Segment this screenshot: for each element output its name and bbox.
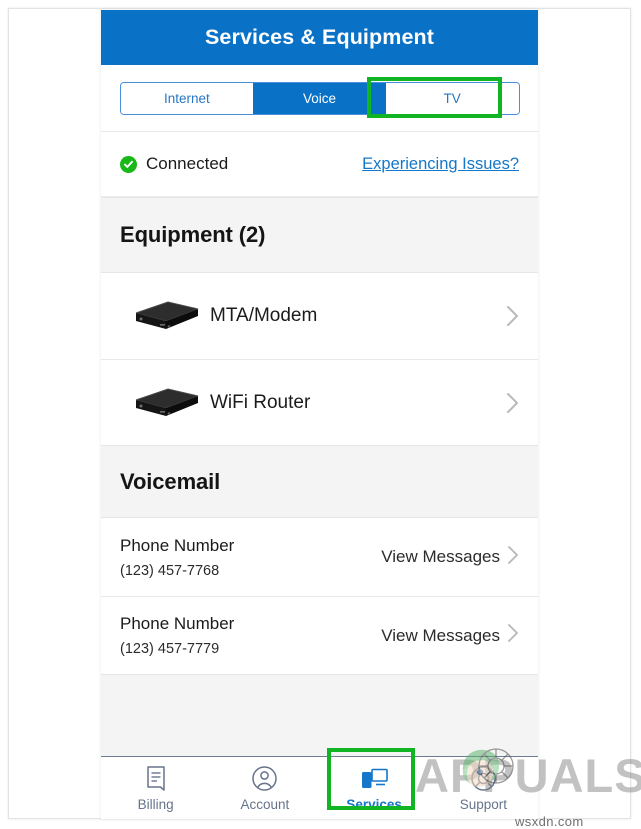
content-filler bbox=[101, 674, 538, 756]
tab-internet-label: Internet bbox=[163, 90, 210, 106]
equipment-name: WiFi Router bbox=[210, 391, 311, 413]
nav-item-account[interactable]: Account bbox=[210, 757, 319, 819]
phone-number-value: (123) 457-7779 bbox=[120, 641, 220, 657]
bill-document-icon bbox=[144, 765, 168, 793]
page-title: Services & Equipment bbox=[204, 25, 435, 49]
nav-label-support: Support bbox=[459, 796, 508, 812]
chevron-right-icon bbox=[506, 392, 519, 414]
nav-item-support[interactable]: Support bbox=[429, 757, 538, 819]
equipment-section-header: Equipment (2) bbox=[101, 197, 538, 273]
bottom-navigation-bar: Billing Account Services Support bbox=[101, 748, 538, 819]
phone-number-label: Phone Number bbox=[120, 535, 235, 555]
tab-tv-label: TV bbox=[443, 90, 461, 106]
modem-device-icon bbox=[120, 294, 204, 338]
voicemail-row-info: Phone Number (123) 457-7768 bbox=[120, 536, 234, 579]
voicemail-section-header: Voicemail bbox=[101, 445, 538, 518]
nav-item-services[interactable]: Services bbox=[320, 757, 429, 819]
check-circle-icon bbox=[120, 155, 137, 173]
phone-monitor-icon bbox=[359, 765, 389, 793]
voicemail-section-title: Voicemail bbox=[120, 468, 221, 494]
equipment-section-title: Equipment (2) bbox=[120, 222, 266, 247]
nav-item-billing[interactable]: Billing bbox=[101, 757, 210, 819]
tab-tv[interactable]: TV bbox=[385, 82, 519, 114]
chevron-right-icon bbox=[507, 545, 519, 570]
voicemail-row[interactable]: Phone Number (123) 457-7779 View Message… bbox=[101, 596, 538, 674]
nav-label-billing: Billing bbox=[137, 796, 174, 812]
equipment-row-wifi-router[interactable]: WiFi Router bbox=[101, 359, 538, 445]
equipment-row-mta-modem[interactable]: MTA/Modem bbox=[101, 273, 538, 359]
segmented-control: Internet Voice TV bbox=[119, 81, 520, 115]
nav-label-services: Services bbox=[346, 796, 402, 812]
phone-screen-panel: Services & Equipment Internet Voice TV C… bbox=[101, 10, 538, 819]
phone-number-label: Phone Number bbox=[120, 614, 235, 633]
voicemail-row-info: Phone Number (123) 457-7779 bbox=[120, 614, 234, 657]
router-device-icon bbox=[120, 381, 204, 425]
connection-status-row: Connected Experiencing Issues? bbox=[101, 132, 538, 197]
tab-internet[interactable]: Internet bbox=[120, 82, 254, 114]
view-messages-action[interactable]: View Messages bbox=[381, 623, 519, 648]
tab-voice-label: Voice bbox=[302, 90, 337, 106]
nav-label-account: Account bbox=[240, 796, 290, 812]
chevron-right-icon bbox=[506, 305, 519, 327]
person-circle-icon bbox=[251, 765, 278, 793]
view-messages-label: View Messages bbox=[381, 547, 500, 566]
experiencing-issues-link[interactable]: Experiencing Issues? bbox=[362, 155, 519, 174]
app-header: Services & Equipment bbox=[101, 10, 538, 65]
equipment-name: MTA/Modem bbox=[210, 305, 318, 326]
service-tab-bar: Internet Voice TV bbox=[101, 65, 538, 132]
lifebuoy-icon bbox=[470, 765, 497, 793]
chevron-right-icon bbox=[507, 623, 519, 648]
phone-number-value: (123) 457-7768 bbox=[120, 562, 220, 579]
view-messages-label: View Messages bbox=[381, 625, 500, 645]
connection-status-label: Connected bbox=[146, 154, 229, 173]
voicemail-row[interactable]: Phone Number (123) 457-7768 View Message… bbox=[101, 518, 538, 596]
tab-voice[interactable]: Voice bbox=[253, 82, 386, 114]
view-messages-action[interactable]: View Messages bbox=[381, 545, 519, 570]
